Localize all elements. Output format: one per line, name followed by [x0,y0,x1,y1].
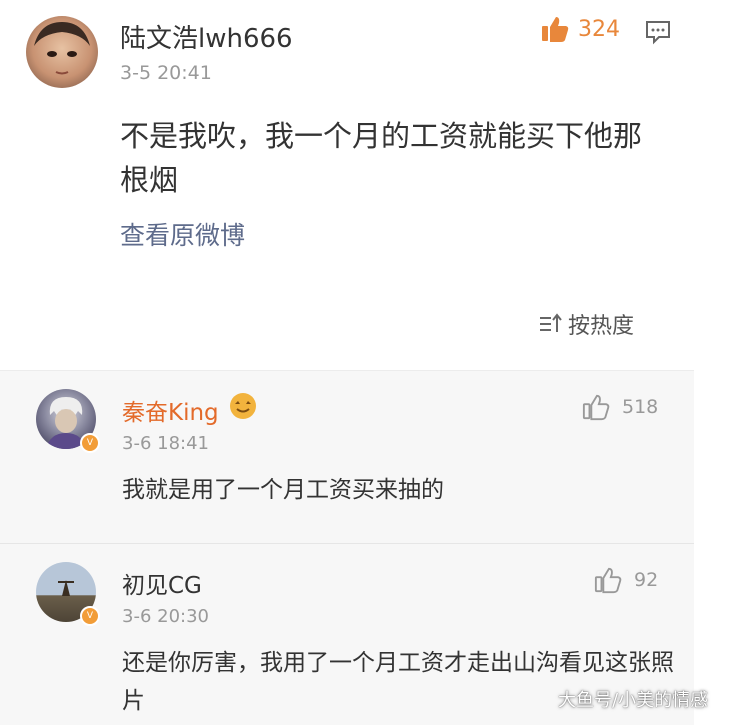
thumbs-up-icon [594,567,622,594]
username[interactable]: 初见CG [122,566,202,600]
comment-text: 不是我吹，我一个月的工资就能买下他那根烟 [120,119,643,197]
vip-crown-icon [228,391,258,425]
sort-icon [540,313,562,332]
verified-badge: V [80,606,100,626]
avatar[interactable] [26,16,98,88]
like-count: 518 [622,396,659,418]
like-button[interactable]: 324 [540,14,620,44]
username[interactable]: 秦奋King [122,393,219,427]
comment-icon[interactable] [644,18,672,50]
like-count: 324 [578,16,620,42]
sort-button[interactable]: 按热度 [538,308,634,340]
timestamp: 3-6 18:41 [122,433,209,454]
like-button[interactable]: 92 [594,566,658,594]
reply-text: 我就是用了一个月工资买来抽的 [122,477,444,503]
reply-list: V 秦奋King 3-6 18:41 518 我就是用了一个月工资买来抽的 V … [0,370,694,725]
like-button[interactable]: 518 [582,393,658,421]
thumbs-up-icon [582,394,610,421]
thumbs-up-icon [542,17,569,42]
like-count: 92 [634,569,659,591]
verified-badge: V [80,433,100,453]
list-item: V 秦奋King 3-6 18:41 518 我就是用了一个月工资买来抽的 [0,371,694,544]
view-original-link[interactable]: 查看原微博 [120,216,245,252]
username[interactable]: 陆文浩lwh666 [120,18,293,55]
timestamp: 3-6 20:30 [122,606,209,627]
timestamp: 3-5 20:41 [120,62,212,84]
sort-label: 按热度 [568,314,635,339]
watermark: 大鱼号/小美的情感 [558,690,709,711]
main-comment: 陆文浩lwh666 3-5 20:41 324 不是我吹，我一个月的工资就能买下… [0,0,740,370]
